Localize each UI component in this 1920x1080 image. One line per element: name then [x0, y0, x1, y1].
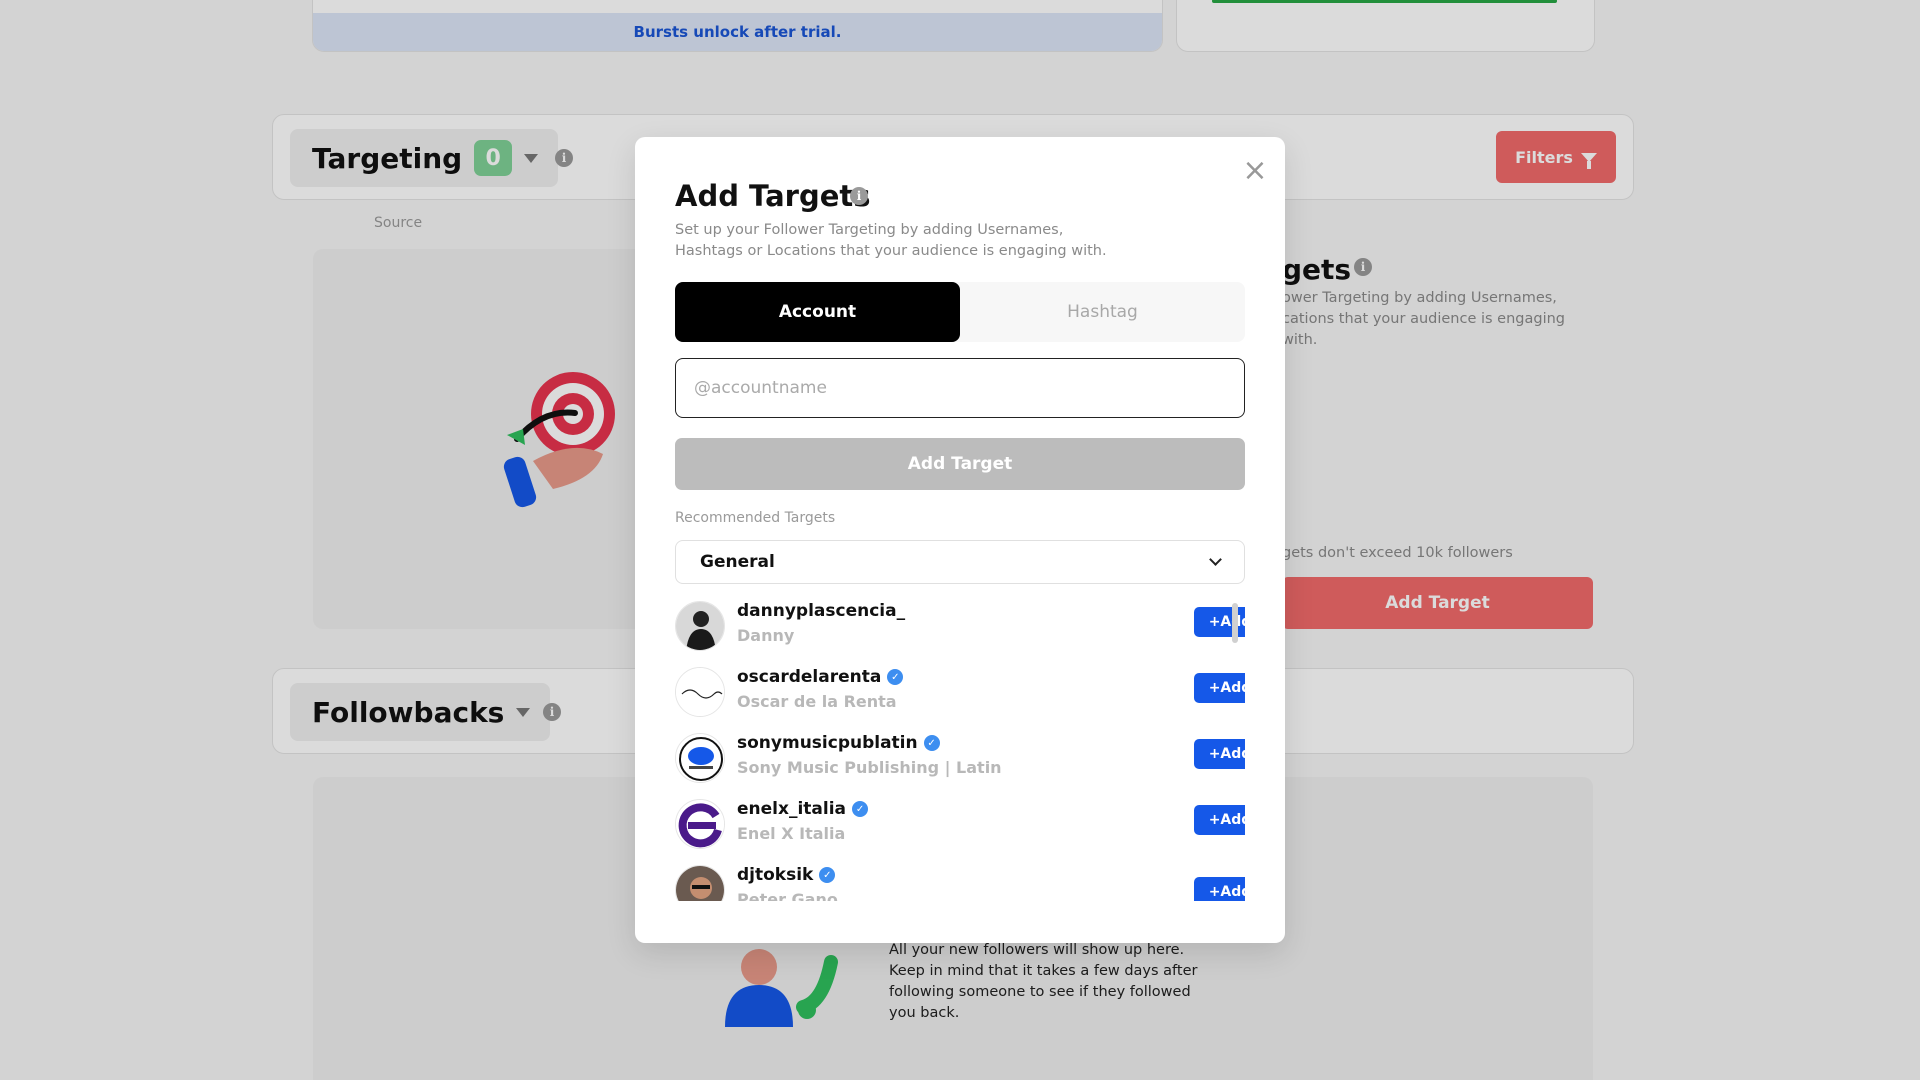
list-item: sonymusicpublatin ✓ Sony Music Publishing… [675, 733, 1245, 799]
target-username: oscardelarenta ✓ [737, 667, 904, 687]
target-username: sonymusicpublatin ✓ [737, 733, 940, 753]
avatar [675, 601, 725, 651]
modal-title: Add Targets [675, 179, 871, 213]
add-target-row-button[interactable]: +Add [1194, 739, 1245, 769]
list-item: oscardelarenta✓ Oscar de la Renta +Add [675, 667, 1245, 733]
add-targets-modal: × Add Targets i Set up your Follower Tar… [635, 137, 1285, 943]
account-name-input[interactable] [675, 358, 1245, 418]
add-target-row-button[interactable]: +Add [1194, 805, 1245, 835]
list-scrollbar[interactable] [1232, 603, 1238, 643]
recommended-targets-list: dannyplascencia_ Danny +Add oscardelaren… [675, 601, 1245, 901]
tab-hashtag[interactable]: Hashtag [960, 282, 1245, 342]
close-icon[interactable]: × [1241, 156, 1269, 186]
chevron-down-icon [1209, 553, 1222, 566]
target-type-tabs: Account Hashtag [675, 282, 1245, 342]
avatar [675, 799, 725, 849]
info-icon[interactable]: i [850, 187, 868, 205]
category-selected-value: General [700, 552, 775, 572]
list-item: dannyplascencia_ Danny +Add [675, 601, 1245, 667]
target-display-name: Sony Music Publishing | Latin [737, 758, 1002, 777]
add-target-button[interactable]: Add Target [675, 438, 1245, 490]
modal-description: Set up your Follower Targeting by adding… [675, 222, 1107, 259]
verified-badge-icon: ✓ [923, 735, 940, 751]
target-display-name: Enel X Italia [737, 824, 846, 843]
target-display-name: Peter Gano [737, 890, 838, 901]
avatar [675, 667, 725, 717]
verified-badge-icon: ✓ [887, 669, 904, 685]
avatar [675, 865, 725, 901]
category-select[interactable]: General [675, 540, 1245, 584]
target-display-name: Oscar de la Renta [737, 692, 897, 711]
add-target-row-button[interactable]: +Add [1194, 673, 1245, 703]
target-username: enelx_italia ✓ [737, 799, 869, 819]
target-username: djtoksik ✓ [737, 865, 836, 885]
recommended-targets-label: Recommended Targets [675, 510, 836, 526]
target-display-name: Danny [737, 626, 795, 645]
avatar [675, 733, 725, 783]
verified-badge-icon: ✓ [852, 801, 869, 817]
list-item: enelx_italia✓ Enel X Italia +Add [675, 799, 1245, 865]
verified-badge-icon: ✓ [819, 867, 836, 883]
target-username: dannyplascencia_ [737, 601, 906, 621]
add-target-row-button[interactable]: +Add [1194, 877, 1245, 901]
tab-account[interactable]: Account [675, 282, 960, 342]
list-item: djtoksik✓ Peter Gano +Add [675, 865, 1245, 901]
